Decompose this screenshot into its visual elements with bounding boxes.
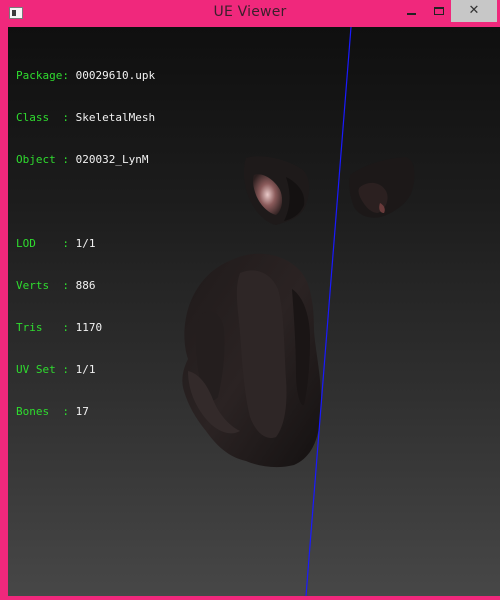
minimize-icon — [407, 13, 416, 15]
app-window: UE Viewer ✕ Package: 00029610.upk Class … — [0, 0, 500, 600]
title-bar[interactable]: UE Viewer ✕ — [4, 0, 497, 27]
mesh-body — [182, 253, 322, 468]
info-package: Package: 00029610.upk — [16, 69, 156, 82]
mesh-left-ear — [243, 156, 310, 225]
info-tris: Tris : 1170 — [16, 321, 103, 334]
maximize-icon — [434, 7, 444, 15]
3d-viewport[interactable]: Package: 00029610.upk Class : SkeletalMe… — [8, 27, 500, 596]
mesh-right-ear — [349, 157, 415, 218]
info-lod: LOD : 1/1 — [16, 237, 96, 250]
info-bones: Bones : 17 — [16, 405, 89, 418]
info-object: Object : 020032_LynM — [16, 153, 149, 166]
close-button[interactable]: ✕ — [451, 0, 497, 22]
close-icon: ✕ — [468, 3, 480, 18]
minimize-button[interactable] — [398, 0, 424, 22]
mesh-info-panel: Package: 00029610.upk Class : SkeletalMe… — [16, 41, 155, 447]
info-verts: Verts : 886 — [16, 279, 96, 292]
info-class: Class : SkeletalMesh — [16, 111, 156, 124]
maximize-button[interactable] — [426, 0, 452, 22]
info-uvset: UV Set : 1/1 — [16, 363, 96, 376]
